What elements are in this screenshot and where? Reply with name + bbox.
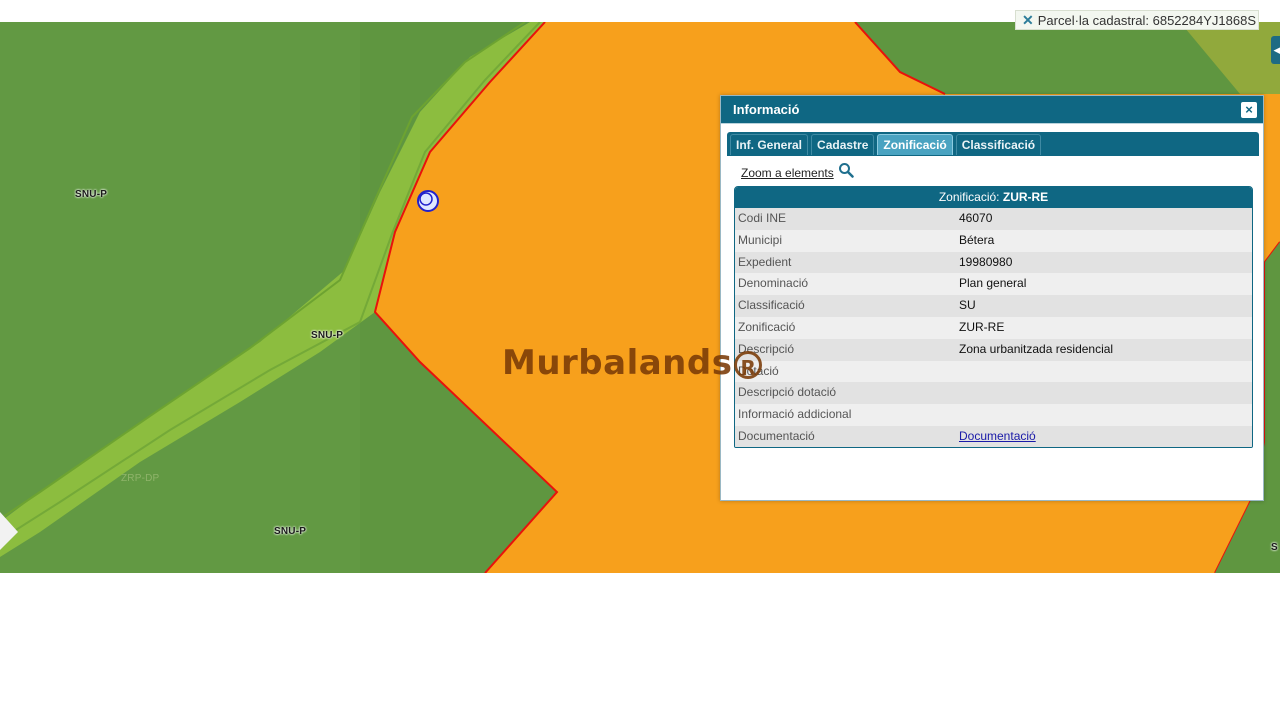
tab-zonificacio[interactable]: Zonificació [877, 134, 953, 155]
table-row: Zonificació ZUR-RE [735, 316, 1252, 339]
parcel-chip-label: Parcel·la cadastral: 6852284YJ1868S [1037, 12, 1256, 28]
tab-inf-general[interactable]: Inf. General [730, 134, 809, 155]
table-row: Informació addicional [735, 404, 1252, 426]
info-dialog: Informació × Inf. General Cadastre Zonif… [720, 95, 1264, 501]
row-key: Zonificació [738, 319, 796, 334]
search-icon [838, 163, 854, 178]
zone-label-snu-p: SNU-P [311, 330, 344, 341]
row-value [959, 361, 1252, 383]
registered-icon: R [734, 350, 763, 380]
zoning-table: Zonificació: ZUR-RE Codi INE 46070 Munici… [734, 186, 1253, 448]
row-key: Descripció [738, 341, 795, 356]
table-row: Expedient 19980980 [735, 251, 1252, 274]
close-button[interactable]: × [1241, 102, 1257, 118]
row-key: Documentació [738, 428, 815, 443]
watermark-text: Murbalands [502, 343, 733, 383]
table-row: Municipi Bétera [735, 229, 1252, 252]
tab-bar: Inf. General Cadastre Zonificació Classi… [727, 132, 1259, 156]
row-value: ZUR-RE [959, 319, 1005, 334]
row-key: Informació addicional [738, 407, 852, 422]
side-panel-toggle[interactable]: ◀ [1271, 36, 1280, 64]
zone-label-snu-p: SNU-P [75, 189, 108, 200]
row-value: Bétera [959, 232, 995, 247]
documentation-link[interactable]: Documentació [959, 429, 1036, 443]
table-row: Denominació Plan general [735, 273, 1252, 296]
close-icon[interactable]: ✕ [1022, 12, 1034, 29]
row-value: Plan general [959, 276, 1027, 291]
row-value: Documentació [959, 426, 1252, 447]
row-value: 46070 [959, 211, 993, 225]
table-header: Zonificació: ZUR-RE [735, 187, 1252, 208]
table-row: Descripció dotació [735, 382, 1252, 405]
table-row: Descripció Zona urbanitzada residencial [735, 338, 1252, 361]
table-row: Dotació [735, 360, 1252, 383]
zoom-link-label: Zoom a elements [741, 166, 834, 180]
zone-label-snu-p: SNU-P [274, 526, 307, 537]
row-value [959, 382, 1252, 404]
table-body: Codi INE 46070 Municipi Bétera Expedient 19… [735, 208, 1252, 447]
row-value [959, 404, 1252, 426]
row-key: Denominació [738, 276, 809, 291]
table-header-value: ZUR-RE [1002, 190, 1049, 204]
zone-label-zrp-dp: ZRP-DP [121, 473, 160, 484]
row-key: Classificació [738, 298, 805, 313]
dialog-title: Informació [721, 96, 1263, 124]
watermark: Murbalands R [502, 343, 763, 383]
row-key: Descripció dotació [738, 385, 837, 400]
tab-classificacio[interactable]: Classificació [955, 134, 1042, 155]
location-marker-icon[interactable] [417, 190, 439, 212]
tab-cadastre[interactable]: Cadastre [811, 134, 875, 155]
zone-label-edge: S [1271, 542, 1278, 553]
row-value: 19980980 [959, 254, 1013, 269]
table-row: Classificació SU [735, 295, 1252, 317]
table-row: Codi INE 46070 [735, 208, 1252, 230]
zoom-to-elements-link[interactable]: Zoom a elements [741, 163, 854, 180]
row-key: Codi INE [738, 211, 787, 225]
row-value: SU [959, 298, 976, 313]
row-value: Zona urbanitzada residencial [959, 341, 1114, 356]
row-key: Municipi [738, 232, 783, 247]
parcel-chip[interactable]: ✕ Parcel·la cadastral: 6852284YJ1868S [1015, 10, 1259, 30]
row-key: Expedient [738, 254, 792, 269]
table-header-label: Zonificació: [938, 190, 1000, 204]
table-row: Documentació Documentació [735, 425, 1252, 447]
row-key: Dotació [738, 363, 779, 378]
